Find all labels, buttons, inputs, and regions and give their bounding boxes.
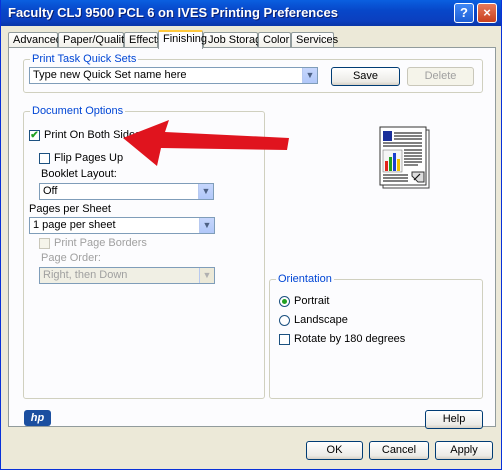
chevron-down-icon[interactable]: ▼ xyxy=(199,268,214,283)
document-preview-icon xyxy=(379,126,430,189)
orientation-label: Orientation xyxy=(276,273,334,285)
landscape-radio[interactable]: Landscape xyxy=(279,314,348,326)
quick-set-name-combo[interactable]: Type new Quick Set name here ▼ xyxy=(29,67,318,84)
chevron-down-icon[interactable]: ▼ xyxy=(198,184,213,199)
quick-sets-label: Print Task Quick Sets xyxy=(30,53,139,65)
pages-per-sheet-label: Pages per Sheet xyxy=(29,203,111,215)
chevron-down-icon[interactable]: ▼ xyxy=(302,68,317,83)
red-arrow-annotation xyxy=(123,120,289,166)
hp-logo-icon: hp xyxy=(24,410,51,426)
title-help-button[interactable]: ? xyxy=(454,3,474,23)
booklet-layout-value: Off xyxy=(43,185,58,197)
title-bar: Faculty CLJ 9500 PCL 6 on IVES Printing … xyxy=(1,0,501,26)
checkbox-box xyxy=(39,152,50,164)
checkbox-box xyxy=(39,237,50,249)
radio-selected-dot xyxy=(279,295,290,307)
page-order-value: Right, then Down xyxy=(43,269,128,281)
rotate-180-checkbox[interactable]: Rotate by 180 degrees xyxy=(279,333,405,345)
rotate-180-label: Rotate by 180 degrees xyxy=(294,333,406,345)
print-page-borders-label: Print Page Borders xyxy=(54,237,147,249)
pages-per-sheet-value: 1 page per sheet xyxy=(33,219,116,231)
pages-per-sheet-select[interactable]: 1 page per sheet ▼ xyxy=(29,217,215,234)
cancel-button[interactable]: Cancel xyxy=(369,441,429,460)
title-close-button[interactable]: × xyxy=(477,3,497,23)
close-icon: × xyxy=(483,5,491,20)
portrait-label: Portrait xyxy=(294,295,330,307)
page-order-select[interactable]: Right, then Down ▼ xyxy=(39,267,215,284)
help-button[interactable]: Help xyxy=(425,410,483,429)
quick-set-name-value: Type new Quick Set name here xyxy=(33,69,187,81)
tab-advanced[interactable]: Advanced xyxy=(8,32,62,47)
tab-services[interactable]: Services xyxy=(291,32,338,47)
finishing-panel: Print Task Quick Sets Type new Quick Set… xyxy=(8,47,496,429)
flip-pages-up-label: Flip Pages Up xyxy=(54,152,124,164)
tab-effects[interactable]: Effects xyxy=(124,32,162,47)
print-page-borders-checkbox[interactable]: Print Page Borders xyxy=(39,237,147,249)
question-mark-icon: ? xyxy=(460,5,468,20)
radio-circle xyxy=(279,314,290,326)
flip-pages-up-checkbox[interactable]: Flip Pages Up xyxy=(39,152,123,164)
tab-finishing[interactable]: Finishing xyxy=(158,30,207,49)
checkbox-box xyxy=(279,333,290,345)
apply-button[interactable]: Apply xyxy=(435,441,493,460)
tab-job-storage[interactable]: Job Storage xyxy=(203,32,267,47)
landscape-label: Landscape xyxy=(294,314,348,326)
window-title: Faculty CLJ 9500 PCL 6 on IVES Printing … xyxy=(8,5,338,20)
save-button[interactable]: Save xyxy=(331,67,400,86)
delete-button[interactable]: Delete xyxy=(407,67,474,86)
printing-preferences-dialog: Faculty CLJ 9500 PCL 6 on IVES Printing … xyxy=(0,0,502,470)
checkmark-icon: ✔ xyxy=(29,129,40,141)
booklet-layout-select[interactable]: Off ▼ xyxy=(39,183,214,200)
document-options-label: Document Options xyxy=(30,105,126,117)
tab-color[interactable]: Color xyxy=(258,32,291,47)
page-order-label: Page Order: xyxy=(41,252,101,264)
booklet-layout-label: Booklet Layout: xyxy=(41,168,117,180)
chevron-down-icon[interactable]: ▼ xyxy=(199,218,214,233)
portrait-radio[interactable]: Portrait xyxy=(279,295,329,307)
tab-paper-quality[interactable]: Paper/Quality xyxy=(58,32,130,47)
ok-button[interactable]: OK xyxy=(306,441,363,460)
